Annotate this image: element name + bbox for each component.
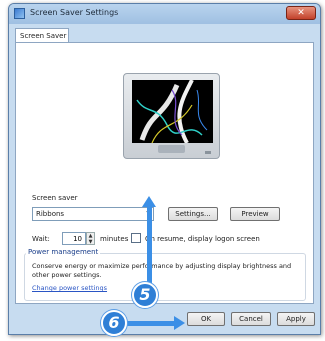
power-management-title: Power management	[26, 248, 101, 256]
close-button[interactable]: ✕	[286, 6, 316, 20]
minutes-label: minutes	[100, 235, 129, 243]
arrow-right-icon	[174, 316, 185, 330]
ribbons-preview-graphic	[136, 80, 208, 143]
cancel-button[interactable]: Cancel	[231, 312, 271, 326]
step-6-callout: 6	[101, 310, 127, 336]
resume-logon-checkbox[interactable]	[131, 233, 141, 243]
window-app-icon	[14, 8, 25, 19]
wait-minutes-input[interactable]: 10	[62, 232, 86, 245]
screen-saver-dropdown[interactable]: Ribbons ▼	[32, 207, 154, 221]
settings-button[interactable]: Settings...	[168, 207, 218, 221]
monitor-power-light	[205, 151, 211, 154]
ok-button[interactable]: OK	[187, 312, 225, 326]
screen-saver-settings-window: Screen Saver Settings ✕ Screen Saver Scr…	[8, 3, 321, 335]
screen-saver-panel: Screen saver Ribbons ▼ Settings... Previ…	[15, 42, 314, 304]
monitor-stand	[158, 145, 185, 153]
change-power-settings-link[interactable]: Change power settings	[32, 284, 107, 292]
window-title: Screen Saver Settings	[30, 8, 119, 17]
power-management-description: Conserve energy or maximize performance …	[32, 262, 292, 279]
wait-spinner[interactable]: ▲ ▼	[86, 232, 95, 245]
resume-logon-label: On resume, display logon screen	[145, 235, 260, 243]
preview-button[interactable]: Preview	[230, 207, 280, 221]
title-bar: Screen Saver Settings ✕	[9, 4, 320, 24]
arrow-shaft-vertical	[147, 206, 152, 284]
step-5-callout: 5	[132, 282, 158, 308]
screen-saver-label: Screen saver	[32, 194, 78, 202]
apply-button[interactable]: Apply	[277, 312, 315, 326]
wait-label: Wait:	[32, 235, 50, 243]
screen-saver-selected: Ribbons	[36, 210, 65, 218]
arrow-shaft-horizontal	[126, 321, 176, 326]
monitor-preview	[123, 73, 220, 159]
preview-screen	[132, 80, 213, 143]
tab-screen-saver[interactable]: Screen Saver	[15, 28, 69, 43]
